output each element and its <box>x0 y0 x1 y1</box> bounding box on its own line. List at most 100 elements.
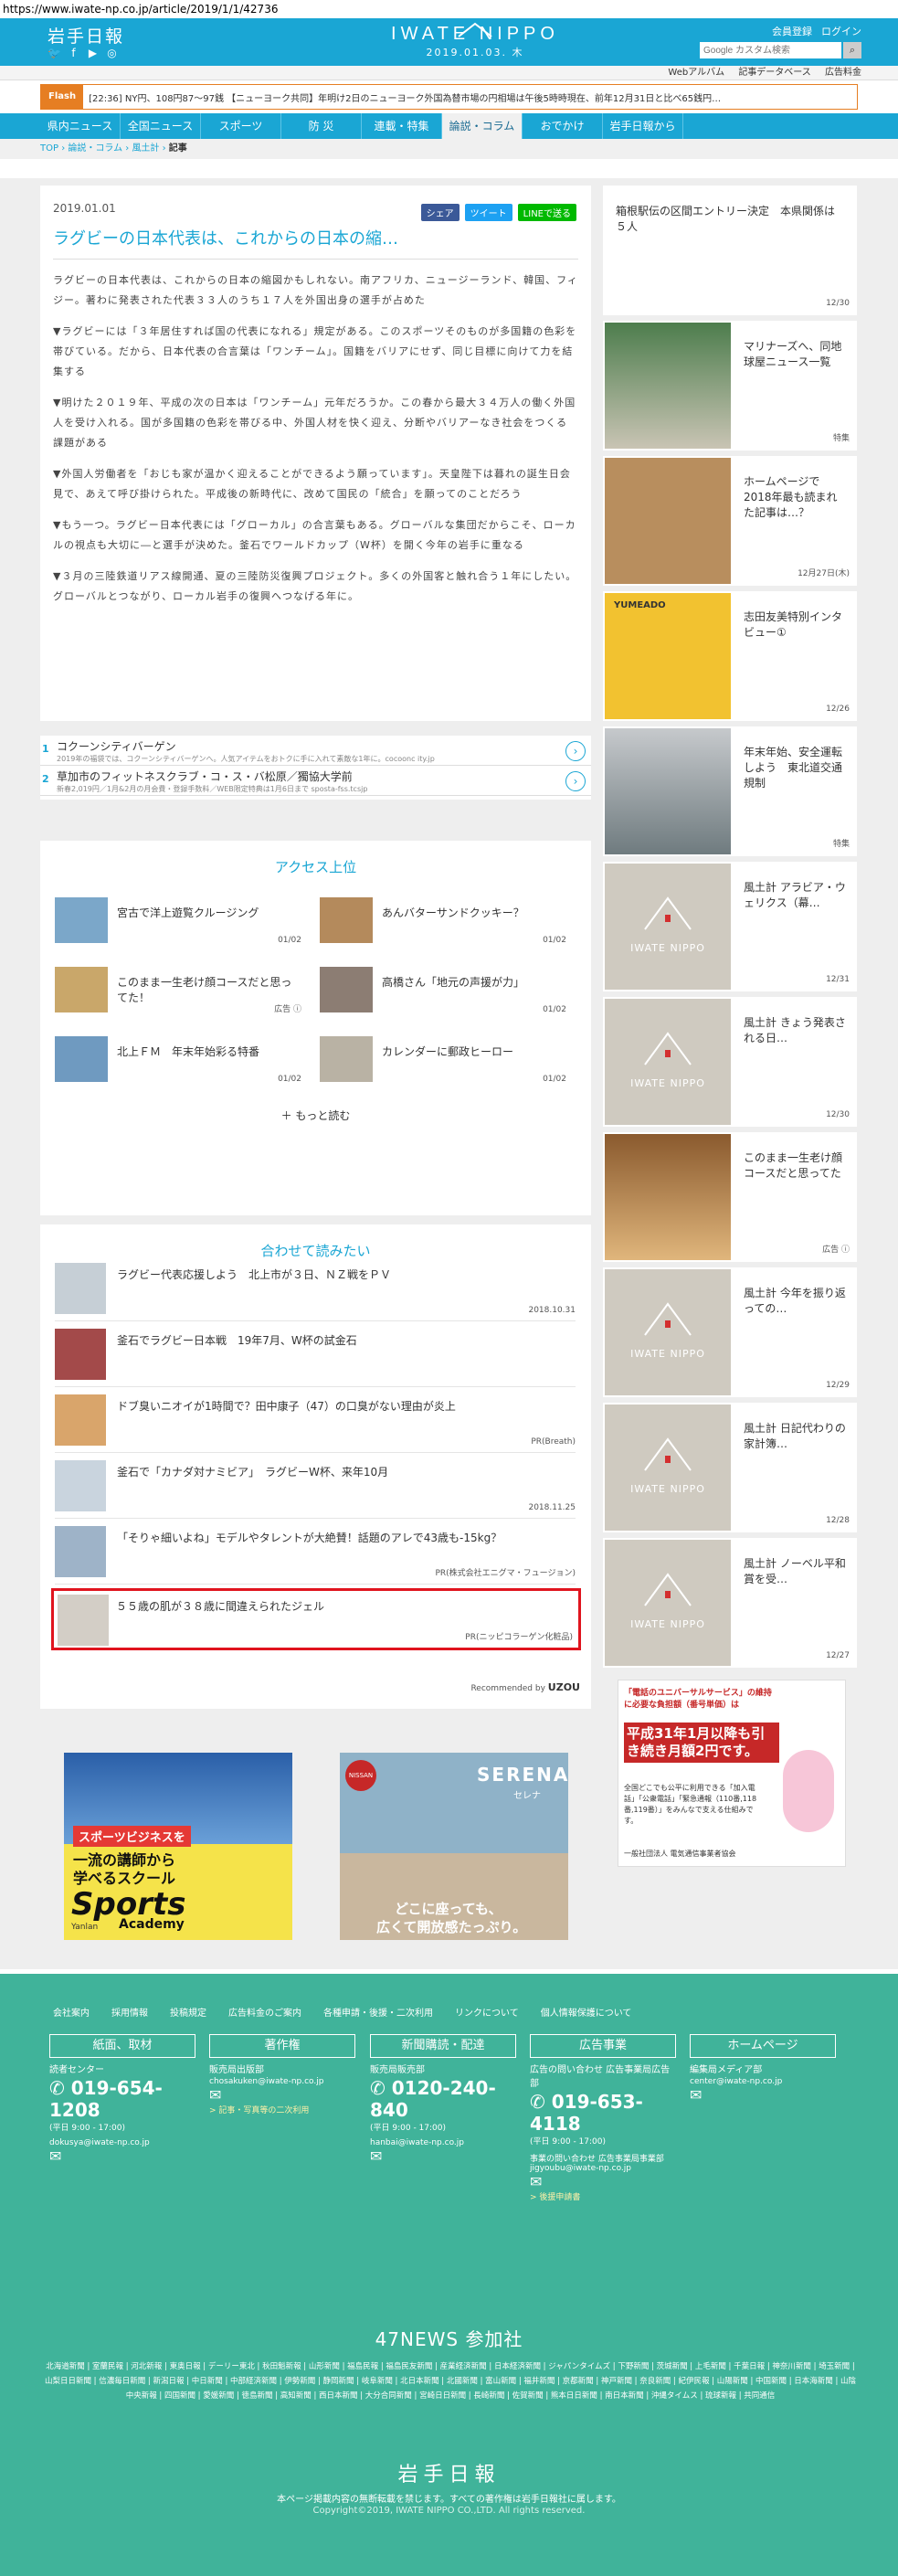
list-item[interactable]: 「そりゃ細いよね」モデルやタレントが大絶賛！話題のアレで43歳も-15kg？ P… <box>55 1522 576 1585</box>
sidebar-item[interactable]: 年末年始、安全運転しよう 東北道交通規制 特集 <box>603 726 857 856</box>
sidebar-item[interactable]: IWATE NIPPO 風土計 きょう発表される日… 12/30 <box>603 997 857 1127</box>
subnav-album[interactable]: Webアルバム <box>668 68 724 78</box>
sidebar-item-title[interactable]: 志田友美特別インタビュー① <box>744 610 846 641</box>
nav-disaster[interactable]: 防 災 <box>281 113 362 139</box>
extra-link[interactable]: > 後援申請書 <box>530 2190 676 2202</box>
mail-icon[interactable]: ✉ <box>690 2086 836 2104</box>
list-item[interactable]: ドブ臭いニオイが1時間で？田中康子（47）の口臭がない理由が炎上 PR(Brea… <box>55 1391 576 1453</box>
login-link[interactable]: ログイン <box>821 24 861 38</box>
register-link[interactable]: 会員登録 <box>772 24 812 38</box>
line-share-button[interactable]: LINEで送る <box>517 204 576 221</box>
sidebar-item[interactable]: IWATE NIPPO 風土計 日記代わりの家計簿… 12/28 <box>603 1403 857 1532</box>
item-title[interactable]: 宮古で洋上遊覧クルージング <box>117 905 300 920</box>
nav-prefecture[interactable]: 県内ニュース <box>40 113 121 139</box>
footer-link[interactable]: 個人情報保護について <box>541 2005 632 2019</box>
flash-news[interactable]: Flash [22:36] NY円、108円87〜97銭 【ニューヨーク共同】年… <box>40 84 858 110</box>
crumb-editorial[interactable]: 論説・コラム <box>68 143 122 154</box>
sidebar-item[interactable]: IWATE NIPPO 風土計 ノーベル平和賞を受… 12/27 <box>603 1538 857 1668</box>
sidebar-item-title[interactable]: 年末年始、安全運転しよう 東北道交通規制 <box>744 745 846 791</box>
extra-link[interactable]: > 記事・写真等の二次利用 <box>209 2104 355 2115</box>
search-input[interactable] <box>700 42 841 58</box>
nissan-serena-banner[interactable]: NISSAN SERENA セレナ どこに座っても、 広くて開放感たっぷり。 <box>340 1753 568 1940</box>
sports-academy-banner[interactable]: スポーツビジネスを 一流の講師から 学べるスクール Sports Academy… <box>64 1753 292 1940</box>
footer-link[interactable]: 会社案内 <box>53 2005 90 2019</box>
sidebar-item[interactable]: IWATE NIPPO 風土計 今年を振り返っての… 12/29 <box>603 1267 857 1397</box>
facebook-icon[interactable]: f <box>67 47 80 60</box>
item-title[interactable]: 高橋さん「地元の声援が力」 <box>382 974 565 990</box>
ad-title[interactable]: 草加市のフィットネスクラブ・コ・ス・バ松原／獨協大学前 <box>57 766 591 784</box>
item-title[interactable]: 釜石で「カナダ対ナミビア」 ラグビーW杯、来年10月 <box>117 1464 388 1479</box>
list-item[interactable]: ラグビー代表応援しよう 北上市が３日、ＮＺ戦をＰＶ 2018.10.31 <box>55 1259 576 1321</box>
crumb-column[interactable]: 風土計 <box>132 143 159 154</box>
item-title[interactable]: 「そりゃ細いよね」モデルやタレントが大絶賛！話題のアレで43歳も-15kg？ <box>117 1530 502 1545</box>
nav-national[interactable]: 全国ニュース <box>121 113 201 139</box>
mail-icon[interactable]: ✉ <box>209 2086 355 2104</box>
email-link[interactable]: chosakuken@iwate-np.co.jp <box>209 2077 355 2086</box>
sidebar-item-title[interactable]: マリナーズへ、同地球屋ニュース一覧 <box>744 339 846 370</box>
list-item-highlighted[interactable]: ５５歳の肌が３８歳に間違えられたジェル PR(ニッピコラーゲン化粧品) <box>51 1588 581 1650</box>
phone-number[interactable]: ✆ 019-654-1208 <box>49 2077 195 2121</box>
footer-link[interactable]: 各種申請・後援・二次利用 <box>323 2005 433 2019</box>
list-item[interactable]: 北上ＦＭ 年末年始彩る特番 01/02 <box>55 1036 301 1086</box>
universal-service-ad[interactable]: 「電話のユニバーサルサービス」の維持に必要な負担額（番号単価）は 平成31年1月… <box>618 1680 846 1867</box>
nav-sports[interactable]: スポーツ <box>201 113 281 139</box>
flash-text[interactable]: [22:36] NY円、108円87〜97銭 【ニューヨーク共同】年明け2日のニ… <box>83 90 721 104</box>
address-bar[interactable]: https://www.iwate-np.co.jp/article/2019/… <box>0 0 898 18</box>
item-title[interactable]: ５５歳の肌が３８歳に間違えられたジェル <box>116 1598 324 1614</box>
sidebar-item[interactable]: IWATE NIPPO 風土計 アラビア・ウェリクス（幕… 12/31 <box>603 862 857 991</box>
sidebar-item[interactable]: このまま一生老け顔コースだと思ってた 広告 ⓘ <box>603 1132 857 1262</box>
chevron-right-icon[interactable]: › <box>565 741 586 761</box>
email-link[interactable]: hanbai@iwate-np.co.jp <box>370 2138 516 2147</box>
item-title[interactable]: ドブ臭いニオイが1時間で？田中康子（47）の口臭がない理由が炎上 <box>117 1398 456 1414</box>
item-title[interactable]: このまま一生老け顔コースだと思ってた！ <box>117 974 300 1005</box>
item-title[interactable]: カレンダーに郵政ヒーロー <box>382 1044 565 1059</box>
footer-link[interactable]: リンクについて <box>455 2005 519 2019</box>
search-icon[interactable]: ⌕ <box>843 42 861 58</box>
sidebar-item-title[interactable]: 風土計 日記代わりの家計簿… <box>744 1421 846 1452</box>
text-ad[interactable]: 2 草加市のフィットネスクラブ・コ・ス・バ松原／獨協大学前 新春2,019円／1… <box>40 766 591 796</box>
list-item[interactable]: カレンダーに郵政ヒーロー 01/02 <box>320 1036 566 1086</box>
text-ad[interactable]: 1 コクーンシティバーゲン 2019年の福袋では、コクーンシティバーゲンへ。人気… <box>40 736 591 766</box>
nav-from-nippo[interactable]: 岩手日報から <box>603 113 683 139</box>
mail-icon[interactable]: ✉ <box>530 2173 676 2190</box>
list-item[interactable]: あんバターサンドクッキー？ 01/02 <box>320 897 566 947</box>
brand-block[interactable]: IWATE NIPPO 2019.01.03. 木 <box>365 22 585 59</box>
sidebar-item-title[interactable]: 風土計 アラビア・ウェリクス（幕… <box>744 880 846 911</box>
footer-link[interactable]: 投稿規定 <box>170 2005 206 2019</box>
list-item[interactable]: 宮古で洋上遊覧クルージング 01/02 <box>55 897 301 947</box>
phone-number[interactable]: ✆ 019-653-4118 <box>530 2091 676 2135</box>
more-button[interactable]: ＋ もっと読む <box>40 1108 591 1123</box>
sidebar-item-title[interactable]: ホームページで2018年最も読まれた記事は…？ <box>744 474 846 521</box>
ad-title[interactable]: コクーンシティバーゲン <box>57 736 591 754</box>
nav-editorial[interactable]: 論説・コラム <box>442 113 523 139</box>
email-link[interactable]: center@iwate-np.co.jp <box>690 2077 836 2086</box>
subnav-ad-rates[interactable]: 広告料金 <box>825 68 861 78</box>
item-title[interactable]: ラグビー代表応援しよう 北上市が３日、ＮＺ戦をＰＶ <box>117 1267 391 1282</box>
phone-number[interactable]: ✆ 0120-240-840 <box>370 2077 516 2121</box>
crumb-top[interactable]: TOP <box>40 143 58 154</box>
item-title[interactable]: 北上ＦＭ 年末年始彩る特番 <box>117 1044 300 1059</box>
partner-papers[interactable]: 北海道新聞 | 室蘭民報 | 河北新報 | 東奥日報 | デーリー東北 | 秋田… <box>44 2359 857 2403</box>
recommended-by[interactable]: Recommended by UZOU <box>470 1681 580 1693</box>
sidebar-item-title[interactable]: 箱根駅伝の区間エントリー決定 本県関係は５人 <box>616 204 844 235</box>
sidebar-item[interactable]: 箱根駅伝の区間エントリー決定 本県関係は５人 12/30 <box>603 186 857 315</box>
sidebar-item[interactable]: YUMEADO 志田友美特別インタビュー① 12/26 <box>603 591 857 721</box>
twitter-icon[interactable]: 🐦 <box>48 47 61 60</box>
mail-icon[interactable]: ✉ <box>49 2147 195 2165</box>
list-item[interactable]: 釜石で「カナダ対ナミビア」 ラグビーW杯、来年10月 2018.11.25 <box>55 1457 576 1519</box>
facebook-share-button[interactable]: シェア <box>420 204 460 221</box>
sidebar-item-title[interactable]: 風土計 きょう発表される日… <box>744 1015 846 1046</box>
sidebar-item[interactable]: マリナーズへ、同地球屋ニュース一覧 特集 <box>603 321 857 451</box>
site-logo[interactable]: 岩手日報 <box>48 23 124 48</box>
list-item[interactable]: 高橋さん「地元の声援が力」 01/02 <box>320 967 566 1016</box>
item-title[interactable]: あんバターサンドクッキー？ <box>382 905 565 920</box>
email-link[interactable]: 事業の問い合わせ 広告事業局事業部 jigyoubu@iwate-np.co.j… <box>530 2152 676 2173</box>
youtube-icon[interactable]: ▶ <box>86 47 100 60</box>
list-item[interactable]: 釜石でラグビー日本戦 19年7月、W杯の試金石 <box>55 1325 576 1387</box>
footer-logo[interactable]: 岩手日報 <box>0 2458 898 2487</box>
instagram-icon[interactable]: ◎ <box>105 47 119 60</box>
sidebar-item-title[interactable]: 風土計 今年を振り返っての… <box>744 1286 846 1317</box>
email-link[interactable]: dokusya@iwate-np.co.jp <box>49 2138 195 2147</box>
sidebar-item-title[interactable]: このまま一生老け顔コースだと思ってた <box>744 1150 846 1182</box>
mail-icon[interactable]: ✉ <box>370 2147 516 2165</box>
